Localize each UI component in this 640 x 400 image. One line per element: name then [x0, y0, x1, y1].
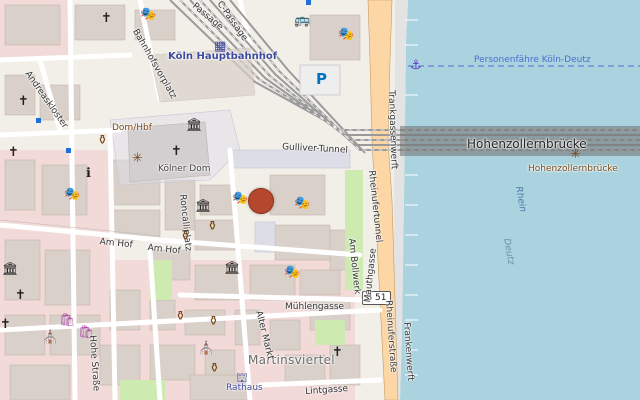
- bridge-label: Hohenzollernbrücke: [467, 137, 587, 151]
- theatre-icon[interactable]: 🎭: [294, 197, 310, 210]
- theatre-icon[interactable]: 🎭: [338, 28, 354, 41]
- museum-icon[interactable]: 🏛: [2, 263, 19, 276]
- theatre-icon[interactable]: 🎭: [232, 192, 248, 205]
- poi-label-hohenzollernbruecke[interactable]: Hohenzollernbrücke: [528, 165, 618, 174]
- monument-icon[interactable]: ⛪: [42, 331, 58, 344]
- district-label-martinsviertel: Martinsviertel: [248, 353, 335, 367]
- location-marker[interactable]: [248, 188, 274, 214]
- theatre-icon[interactable]: 🎭: [140, 8, 156, 21]
- museum-icon[interactable]: 🏛: [224, 262, 241, 275]
- monument-icon[interactable]: ⚱: [175, 310, 186, 323]
- monument-icon[interactable]: ⚱: [207, 220, 218, 233]
- bus-stop-icon[interactable]: 🚌: [294, 14, 310, 27]
- map-view[interactable]: Köln Hauptbahnhof Dom/Hbf Kölner Dom Mar…: [0, 0, 640, 400]
- information-icon[interactable]: ℹ: [86, 167, 91, 180]
- rathaus-icon[interactable]: ⛫: [236, 372, 248, 385]
- church-icon[interactable]: ✝: [332, 346, 343, 359]
- church-icon[interactable]: ✝: [18, 95, 29, 108]
- street-label-trankgassenwerft: Trankgassenwerft: [386, 89, 399, 170]
- shop-icon[interactable]: 🛍: [59, 314, 76, 327]
- museum-icon[interactable]: 🏛: [195, 200, 212, 213]
- monument-icon[interactable]: ⚱: [97, 134, 108, 147]
- monument-icon[interactable]: ⛪: [198, 342, 214, 355]
- museum-icon[interactable]: 🏛: [186, 119, 203, 132]
- church-icon[interactable]: ✝: [0, 318, 11, 331]
- theatre-icon[interactable]: 🎭: [284, 266, 300, 279]
- shop-icon[interactable]: 🛍: [78, 326, 95, 339]
- monument-icon[interactable]: ⚱: [209, 362, 220, 375]
- viewpoint-icon[interactable]: ✳: [132, 152, 143, 165]
- monument-icon[interactable]: ⚱: [180, 230, 191, 243]
- church-icon[interactable]: ✝: [171, 145, 182, 158]
- ferry-label: Personenfähre Köln-Deutz: [474, 55, 591, 65]
- station-label-dom-hbf[interactable]: Dom/Hbf: [112, 124, 152, 133]
- parking-icon[interactable]: P: [316, 72, 327, 87]
- anchor-icon[interactable]: ⚓: [410, 59, 422, 72]
- poi-label-koelner-dom[interactable]: Kölner Dom: [158, 165, 210, 174]
- church-icon[interactable]: ✝: [101, 12, 112, 25]
- theatre-icon[interactable]: 🎭: [64, 188, 80, 201]
- monument-icon[interactable]: ⚱: [208, 315, 219, 328]
- station-icon[interactable]: ▦: [214, 40, 226, 53]
- church-icon[interactable]: ✝: [15, 289, 26, 302]
- street-label-muehlengasse: Mühlengasse: [285, 302, 345, 312]
- viewpoint-icon[interactable]: ✳: [570, 148, 581, 161]
- church-icon[interactable]: ✝: [8, 146, 19, 159]
